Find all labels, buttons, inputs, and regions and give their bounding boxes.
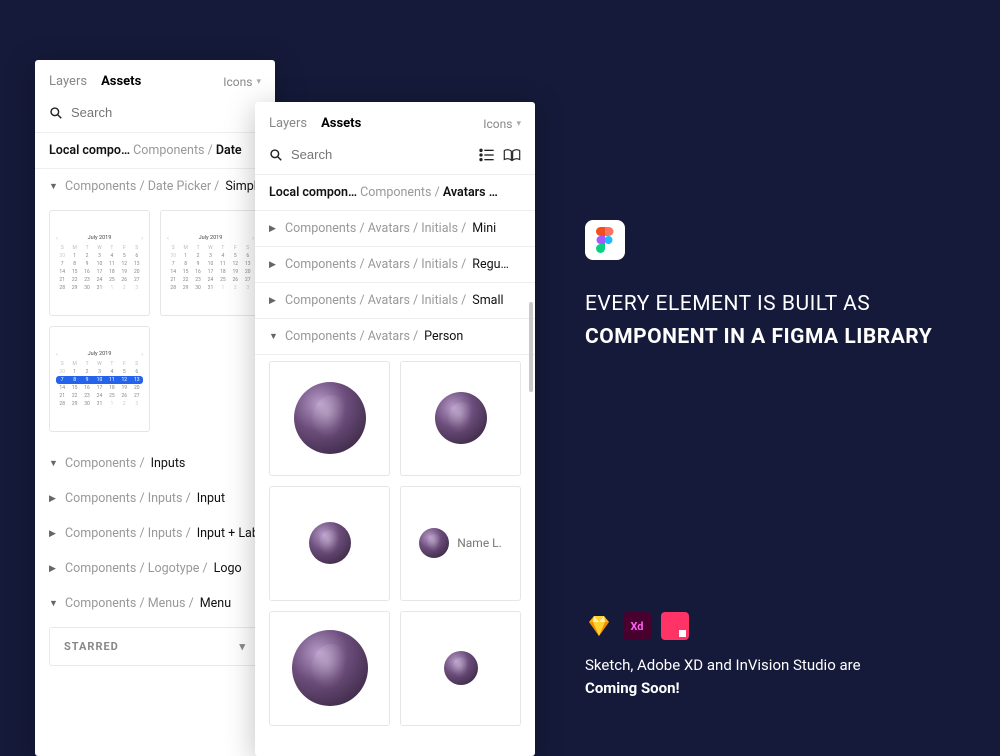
coming-soon-app-icons: Xd <box>585 612 985 640</box>
breadcrumb-path-em: Avatars … <box>443 185 498 200</box>
avatar <box>444 651 478 685</box>
component-section[interactable]: ▼Components / Inputs <box>35 446 275 481</box>
component-thumb[interactable] <box>269 486 390 601</box>
scrollbar-thumb[interactable] <box>529 302 533 392</box>
breadcrumb-label: Local compo… <box>49 143 130 158</box>
sketch-icon <box>585 612 613 640</box>
search-row <box>35 99 275 132</box>
starred-dropdown[interactable]: STARRED ▾ <box>49 627 261 666</box>
component-thumb[interactable] <box>400 361 521 476</box>
headline-plain: Every element is built as <box>585 292 870 316</box>
triangle-down-icon: ▼ <box>49 598 59 609</box>
search-row <box>255 141 535 174</box>
page-selector-label: Icons <box>223 75 252 89</box>
assets-panel-back: Layers Assets Icons ▾ Local compo… Compo… <box>35 60 275 756</box>
triangle-right-icon: ▶ <box>49 529 59 539</box>
avatar-grid: Name L. <box>255 355 535 740</box>
invision-icon <box>661 612 689 640</box>
triangle-down-icon: ▼ <box>49 458 59 469</box>
component-section[interactable]: ▼Components / Menus / Menu <box>35 586 275 621</box>
figma-logo-icon <box>596 227 614 253</box>
component-thumb[interactable] <box>269 611 390 726</box>
section-datepicker[interactable]: ▼ Components / Date Picker / Simpl <box>35 169 275 204</box>
component-thumb[interactable] <box>269 361 390 476</box>
coming-soon-text: Sketch, Adobe XD and InVision Studio are… <box>585 654 985 701</box>
panel-tabs: Layers Assets Icons ▾ <box>255 102 535 141</box>
avatar <box>419 528 449 558</box>
adobe-xd-icon: Xd <box>623 612 651 640</box>
breadcrumb-row[interactable]: Local compon… Components / Avatars … <box>255 174 535 211</box>
component-section[interactable]: ▶Components / Inputs / Input <box>35 481 275 516</box>
breadcrumb-path-dim: Components / <box>133 143 216 158</box>
avatar <box>309 522 351 564</box>
headline-bold: component in a Figma library <box>585 325 932 349</box>
component-thumb[interactable]: ‹July 2019›SMTWTFS3012345678910111213141… <box>49 210 150 316</box>
triangle-right-icon: ▶ <box>269 296 279 306</box>
component-thumb[interactable]: ‹July 2019›SMTWTFS3012345678910111213141… <box>160 210 261 316</box>
starred-label: STARRED <box>64 640 119 653</box>
breadcrumb-path-dim: Components / <box>360 185 443 200</box>
panel-tabs: Layers Assets Icons ▾ <box>35 60 275 99</box>
tab-layers[interactable]: Layers <box>269 116 307 131</box>
component-section[interactable]: ▶Components / Avatars / Initials / Regu… <box>255 247 535 282</box>
component-thumb[interactable]: Name L. <box>400 486 521 601</box>
search-icon[interactable] <box>49 106 63 120</box>
datepicker-grid: ‹July 2019›SMTWTFS3012345678910111213141… <box>35 204 275 446</box>
triangle-right-icon: ▶ <box>269 224 279 234</box>
component-section[interactable]: ▶Components / Avatars / Initials / Mini <box>255 211 535 246</box>
triangle-down-icon: ▼ <box>49 181 59 192</box>
avatar <box>435 392 487 444</box>
chevron-down-icon: ▾ <box>239 640 246 653</box>
component-thumb[interactable] <box>400 611 521 726</box>
component-section[interactable]: ▶Components / Logotype / Logo <box>35 551 275 586</box>
chevron-down-icon: ▾ <box>516 119 521 129</box>
tab-layers[interactable]: Layers <box>49 74 87 89</box>
triangle-right-icon: ▶ <box>49 494 59 504</box>
figma-logo-badge <box>585 220 625 260</box>
component-thumb[interactable]: ‹July 2019›SMTWTFS3012345678910111213141… <box>49 326 150 432</box>
avatar-label: Name L. <box>457 536 502 550</box>
page-selector[interactable]: Icons ▾ <box>223 75 261 89</box>
coming-soon-line2: Coming Soon! <box>585 679 680 697</box>
list-view-icon[interactable] <box>479 148 495 162</box>
component-section[interactable]: ▶Components / Avatars / Initials / Small <box>255 283 535 318</box>
breadcrumb-label: Local compon… <box>269 185 357 200</box>
avatar <box>292 630 368 706</box>
triangle-right-icon: ▶ <box>49 564 59 574</box>
page-selector-label: Icons <box>483 117 512 131</box>
component-section[interactable]: ▶Components / Inputs / Input + Lab <box>35 516 275 551</box>
breadcrumb-row[interactable]: Local compo… Components / Date <box>35 132 275 169</box>
triangle-down-icon: ▼ <box>269 331 279 342</box>
triangle-right-icon: ▶ <box>269 260 279 270</box>
breadcrumb-path-em: Date <box>216 143 242 158</box>
search-input[interactable] <box>71 105 247 120</box>
tab-assets[interactable]: Assets <box>101 74 141 89</box>
coming-soon-line1: Sketch, Adobe XD and InVision Studio are <box>585 656 861 674</box>
page-selector[interactable]: Icons ▾ <box>483 117 521 131</box>
coming-soon-block: Xd Sketch, Adobe XD and InVision Studio … <box>585 612 985 701</box>
search-input[interactable] <box>291 147 471 162</box>
marketing-headline: Every element is built as component in a… <box>585 220 965 353</box>
chevron-down-icon: ▾ <box>256 77 261 87</box>
avatar <box>294 382 366 454</box>
headline-text: Every element is built as component in a… <box>585 288 965 353</box>
component-section[interactable]: ▼Components / Avatars / Person <box>255 319 535 354</box>
tab-assets[interactable]: Assets <box>321 116 361 131</box>
assets-panel-front: Layers Assets Icons ▾ Local compon… Comp… <box>255 102 535 756</box>
library-icon[interactable] <box>503 148 521 162</box>
search-icon[interactable] <box>269 148 283 162</box>
